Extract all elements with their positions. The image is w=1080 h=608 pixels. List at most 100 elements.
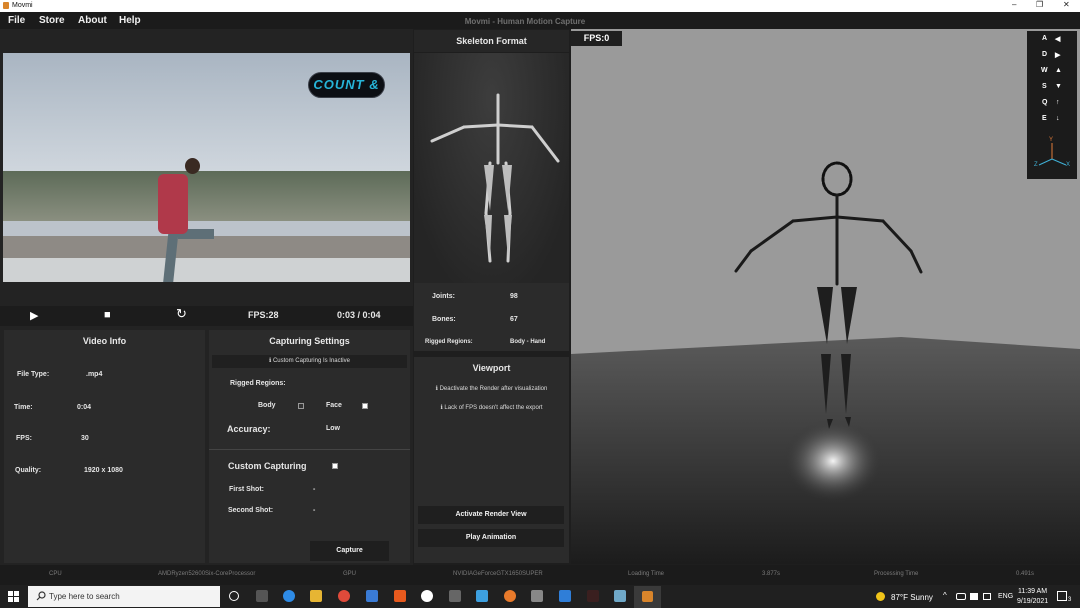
processing-time-label: Processing Time [874,571,919,577]
key-s: S [1042,83,1047,90]
maximize-button[interactable]: ❐ [1036,0,1043,9]
mail-icon[interactable] [366,590,378,602]
volume-icon[interactable] [983,593,991,600]
movmi-taskbar-button[interactable] [634,586,661,608]
arrow-up-icon: ▲ [1055,67,1062,74]
menu-help[interactable]: Help [119,15,141,26]
firefox-icon[interactable] [504,590,516,602]
taskbar-search-box[interactable]: Type here to search [28,586,220,607]
app-icon[interactable] [531,590,543,602]
key-d: D [1042,51,1048,58]
axis-x-label: X [1066,162,1071,168]
play-animation-button[interactable]: Play Animation [418,529,564,547]
app-logo-icon [3,2,9,9]
custom-capturing-checkbox[interactable] [332,463,338,469]
capture-button[interactable]: Capture [310,541,389,561]
task-view-icon[interactable] [229,591,239,601]
arrow-right-icon: ▶ [1055,52,1061,59]
close-button[interactable]: ✕ [1063,0,1070,9]
clock-date[interactable]: 9/19/2021 [1017,598,1048,605]
skeleton-preview [414,53,569,283]
network-icon[interactable] [956,593,966,600]
chrome-alt-icon[interactable] [421,590,433,602]
body-checkbox-label: Body [258,402,276,409]
capturing-settings-title: Capturing Settings [269,336,350,346]
app-icon[interactable] [476,590,488,602]
arrow-left-icon: ◀ [1055,36,1061,43]
processing-time-value: 0.491s [1016,571,1035,577]
file-explorer-icon[interactable] [310,590,322,602]
render-3d-viewport[interactable] [571,29,1080,564]
app-icon[interactable] [587,590,599,602]
bones-value: 67 [510,316,518,323]
cpu-label: CPU [49,571,62,577]
move-up-icon: ↑ [1056,99,1060,106]
play-button[interactable]: ▶ [30,309,38,322]
taskbar-app-icon[interactable] [256,590,268,602]
edge-icon[interactable] [283,590,295,602]
office-icon[interactable] [394,590,406,602]
key-a: A [1042,35,1048,42]
viewport-title: Viewport [472,363,511,373]
accuracy-value[interactable]: Low [326,425,340,432]
arrow-down-icon: ▼ [1055,83,1062,90]
battery-icon[interactable] [970,593,978,600]
chrome-icon[interactable] [338,590,350,602]
key-w: W [1041,67,1048,74]
weather-text[interactable]: 87°F Sunny [891,593,933,602]
video-time-label: 0:03 / 0:04 [337,310,381,320]
bones-label: Bones: [432,316,456,323]
count-overlay-badge: COUNT & [308,72,385,98]
windows-start-icon[interactable] [8,591,19,602]
language-indicator[interactable]: ENG [998,593,1013,600]
key-e: E [1042,115,1047,122]
app-icon[interactable] [559,590,571,602]
first-shot-value: - [313,486,316,493]
face-checkbox-label: Face [326,402,342,409]
joints-value: 98 [510,293,518,300]
accuracy-label: Accuracy: [227,424,271,434]
window-title: Movmi [12,2,33,9]
3d-scene [571,29,1080,564]
viewport-note-render: ℹ Deactivate the Render after visualizat… [435,386,548,392]
notification-count: 3 [1068,597,1072,603]
minimize-button[interactable]: – [1012,0,1016,9]
capturing-status-note: ℹ Custom Capturing Is Inactive [212,355,407,368]
video-info-panel [4,330,205,563]
second-shot-value: - [313,507,316,514]
skeleton-format-title: Skeleton Format [456,36,527,46]
skeleton-model [430,93,560,263]
skeleton-rigged-label: Rigged Regions: [425,339,473,345]
activate-render-view-button[interactable]: Activate Render View [418,506,564,524]
store-icon[interactable] [449,590,461,602]
menu-store[interactable]: Store [39,15,65,26]
divider [209,449,410,450]
file-type-label: File Type: [17,371,50,378]
menu-about[interactable]: About [78,15,107,26]
second-shot-label: Second Shot: [228,507,274,514]
body-checkbox[interactable] [298,403,304,409]
weather-sun-icon[interactable] [876,592,885,601]
video-fps-label: FPS:28 [248,310,279,320]
loading-time-value: 3.877s [762,571,781,577]
replay-button[interactable]: ↻ [176,306,187,322]
app-title: Movmi - Human Motion Capture [464,17,586,26]
face-checkbox[interactable] [362,403,368,409]
menu-file[interactable]: File [8,15,25,26]
fps-label: FPS: [16,435,32,442]
gpu-value: NVIDIAGeForceGTX1650SUPER [453,571,543,577]
clock-time[interactable]: 11:39 AM [1018,588,1047,595]
gpu-label: GPU [343,571,357,577]
stop-button[interactable]: ■ [104,309,111,321]
time-value: 0:04 [77,404,92,411]
tray-chevron-icon[interactable]: ^ [943,591,947,600]
rigged-regions-label: Rigged Regions: [230,380,286,387]
axis-y-label: Y [1049,137,1054,143]
time-label: Time: [14,404,33,411]
app-icon[interactable] [614,590,626,602]
axis-z-label: Z [1034,162,1038,168]
viewport-fps-badge: FPS:0 [571,31,622,46]
cpu-value: AMDRyzen52600Six-CoreProcessor [158,571,256,577]
first-shot-label: First Shot: [229,486,264,493]
notification-icon[interactable] [1057,591,1067,601]
